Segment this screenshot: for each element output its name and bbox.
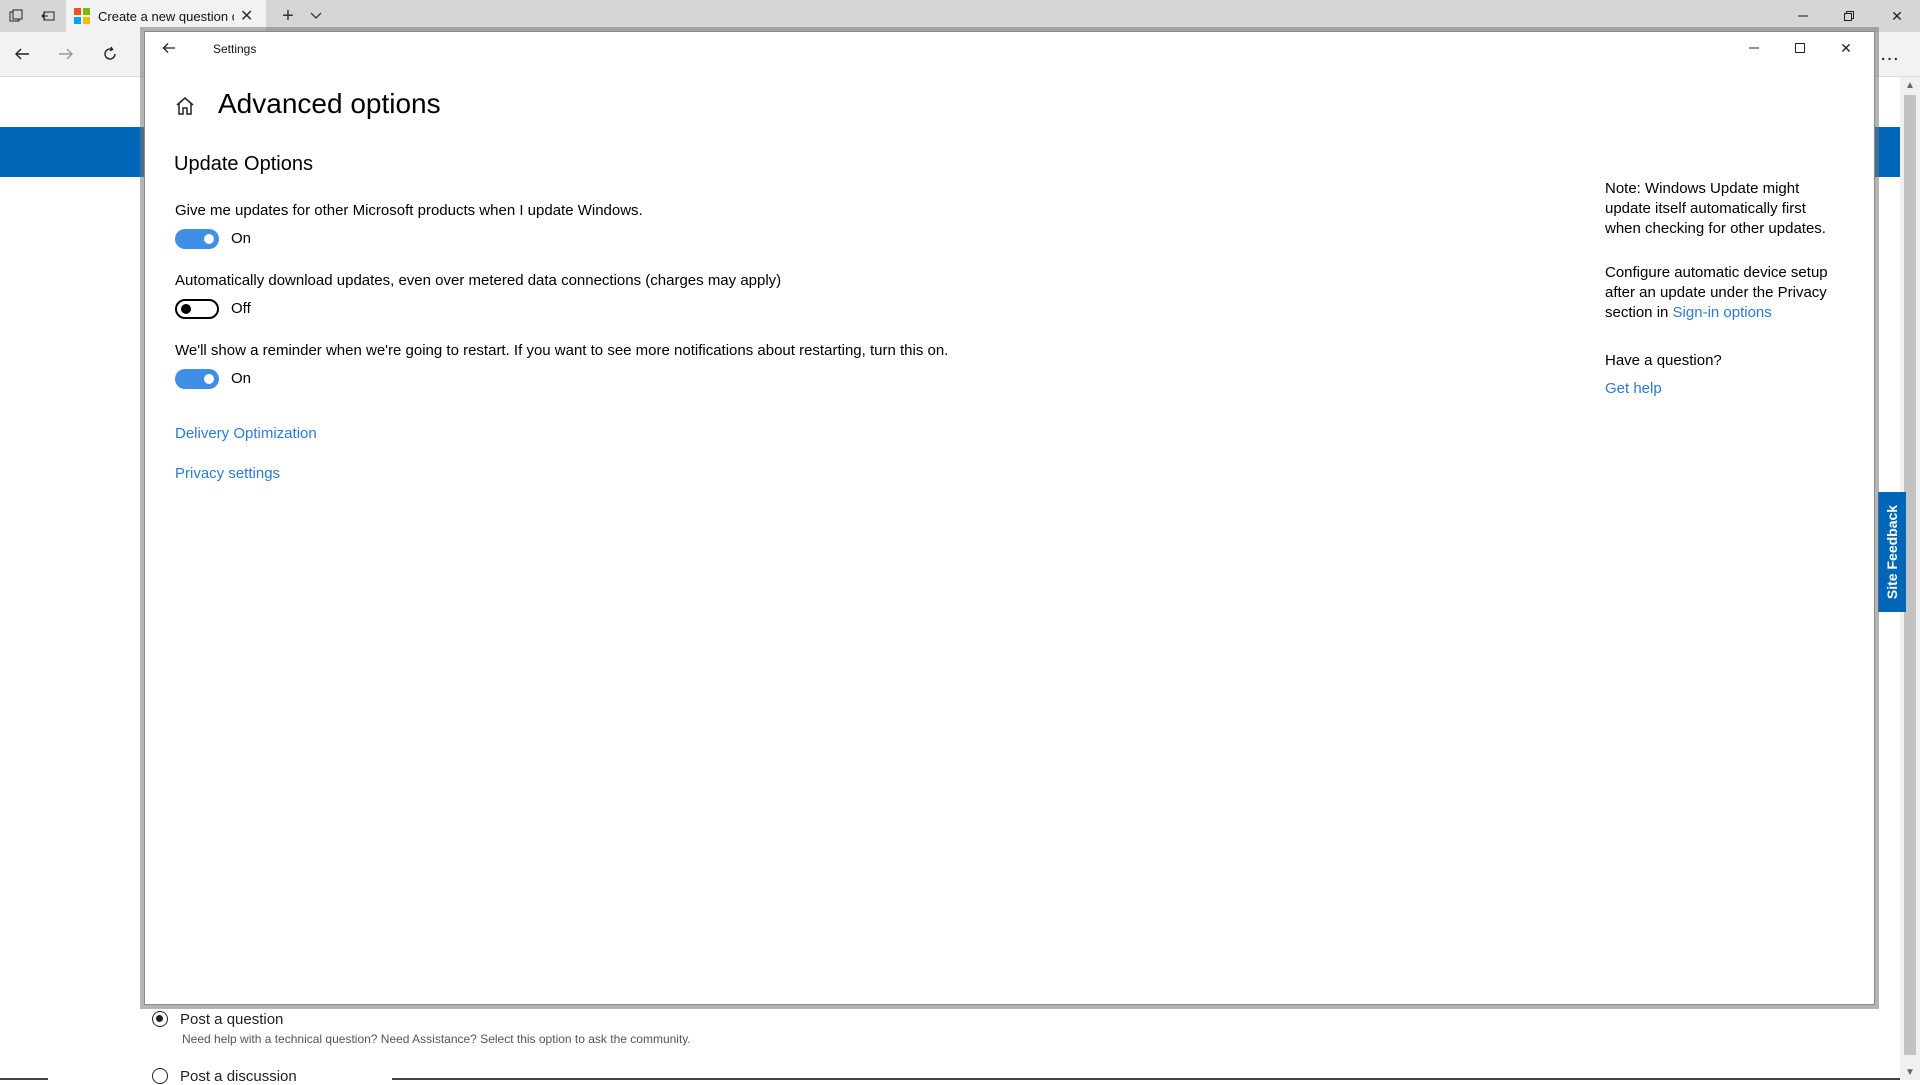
tab-list-chevron-icon[interactable] [304,0,328,32]
new-tab-icon[interactable]: + [272,0,304,32]
option-description: Automatically download updates, even ove… [175,272,782,289]
delivery-optimization-link[interactable]: Delivery Optimization [175,425,317,442]
site-feedback-label: Site Feedback [1884,504,1900,600]
microsoft-products-updates-toggle[interactable] [175,229,219,249]
have-a-question-heading: Have a question? [1605,352,1722,369]
tab-title: Create a new question c [98,8,234,24]
settings-window: Settings ✕ Advanced options Update Optio… [144,31,1875,1005]
settings-close-icon[interactable]: ✕ [1823,32,1869,64]
home-icon[interactable] [173,94,197,118]
settings-back-arrow-icon[interactable] [153,32,185,64]
logo-square [83,8,90,15]
set-aside-tabs-icon[interactable] [0,0,32,32]
privacy-settings-link[interactable]: Privacy settings [175,465,280,482]
refresh-icon[interactable] [88,32,132,76]
option-description: We'll show a reminder when we're going t… [175,342,949,359]
device-setup-note: Configure automatic device setup after a… [1605,263,1845,323]
logo-square [83,17,90,24]
forward-arrow-icon[interactable] [44,32,88,76]
post-question-radio[interactable] [152,1011,168,1027]
settings-title-bar: Settings ✕ [145,32,1874,64]
option-description: Give me updates for other Microsoft prod… [175,202,643,219]
metered-connection-download-toggle[interactable] [175,299,219,319]
sign-in-options-link[interactable]: Sign-in options [1673,304,1772,321]
page-title: Advanced options [218,88,441,119]
toggle-state-label: On [231,230,252,247]
browser-tab-bar: Create a new question c ✕ + ✕ [0,0,1920,32]
logo-square [74,17,81,24]
toggle-state-label: On [231,370,252,387]
back-arrow-icon[interactable] [0,32,44,76]
browser-close-icon[interactable]: ✕ [1874,0,1920,32]
post-discussion-radio[interactable] [152,1068,168,1084]
settings-maximize-icon[interactable] [1777,32,1823,64]
browser-restore-icon[interactable] [1826,0,1872,32]
browser-minimize-icon[interactable] [1780,0,1826,32]
post-discussion-label: Post a discussion [180,1068,297,1085]
get-help-link[interactable]: Get help [1605,380,1662,397]
toggle-state-label: Off [231,300,251,317]
settings-window-title: Settings [213,42,257,56]
close-tab-icon[interactable]: ✕ [240,6,253,26]
settings-minimize-icon[interactable] [1731,32,1777,64]
scroll-up-icon[interactable]: ▲ [1900,77,1920,93]
logo-square [74,8,81,15]
post-question-label: Post a question [180,1011,284,1028]
tabs-aside-icon[interactable] [32,0,64,32]
windows-update-note: Note: Windows Update might update itself… [1605,180,1826,237]
section-title: Update Options [174,153,313,175]
site-feedback-button[interactable]: Site Feedback [1878,492,1906,612]
active-tab[interactable]: Create a new question c ✕ [66,0,266,32]
restart-notifications-toggle[interactable] [175,369,219,389]
post-question-description: Need help with a technical question? Nee… [182,1032,691,1046]
microsoft-logo-icon [74,8,90,24]
scroll-down-icon[interactable]: ▼ [1900,1064,1920,1080]
